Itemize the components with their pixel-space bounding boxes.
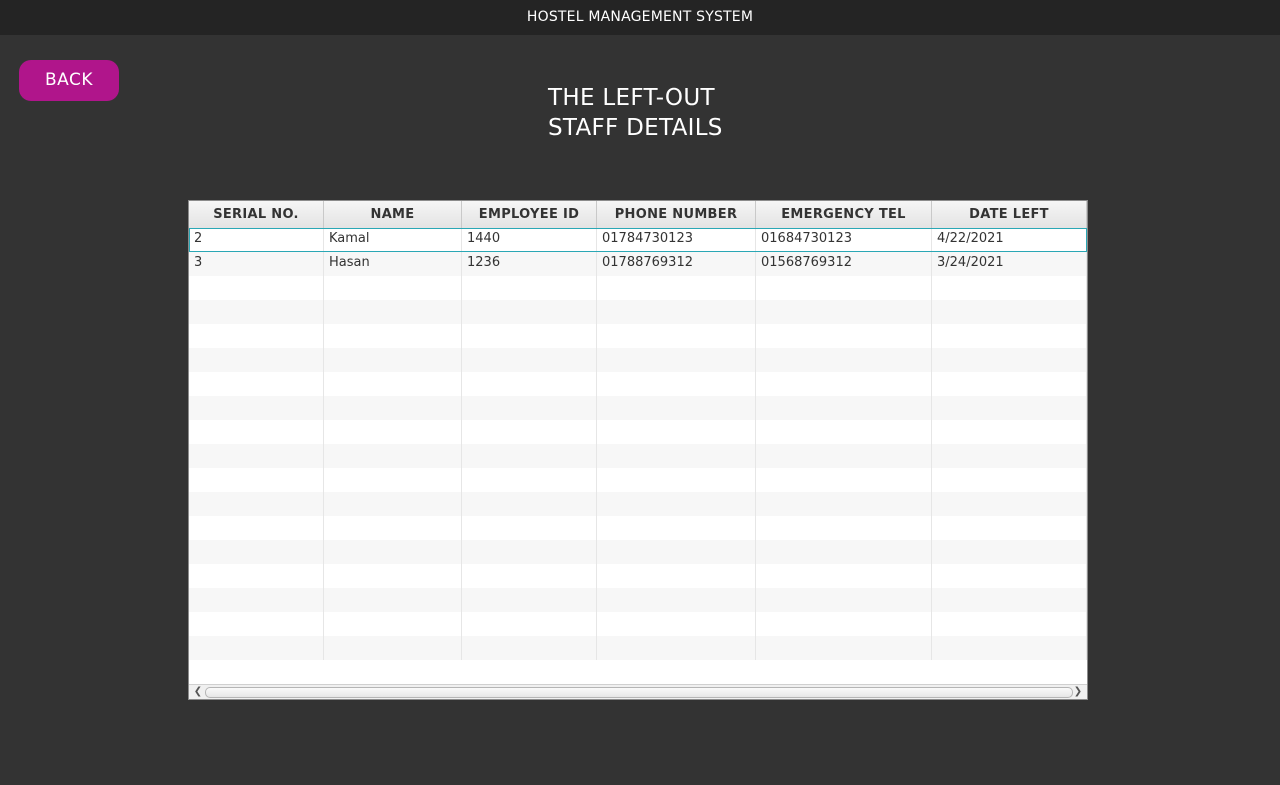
cell-emergency-tel: 01568769312 <box>756 252 932 276</box>
chevron-right-icon[interactable]: ❯ <box>1071 685 1085 699</box>
table-row[interactable]: 3 Hasan 1236 01788769312 01568769312 3/2… <box>189 252 1087 276</box>
table-body: 2 Kamal 1440 01784730123 01684730123 4/2… <box>189 228 1087 660</box>
empty-table-row <box>189 300 1087 324</box>
page-title: THE LEFT-OUT STAFF DETAILS <box>548 83 788 143</box>
empty-table-row <box>189 396 1087 420</box>
cell-emergency-tel: 01684730123 <box>756 228 932 252</box>
column-header-emergency-tel[interactable]: EMERGENCY TEL <box>756 201 932 228</box>
empty-table-row <box>189 516 1087 540</box>
empty-table-row <box>189 492 1087 516</box>
page-title-line-2: STAFF DETAILS <box>548 115 723 141</box>
cell-serial-no: 3 <box>189 252 324 276</box>
cell-serial-no: 2 <box>189 228 324 252</box>
left-staff-table[interactable]: SERIAL NO. NAME EMPLOYEE ID PHONE NUMBER… <box>188 200 1088 700</box>
empty-table-row <box>189 588 1087 612</box>
empty-table-row <box>189 612 1087 636</box>
column-header-date-left[interactable]: DATE LEFT <box>932 201 1087 228</box>
chevron-left-icon[interactable]: ❮ <box>191 685 205 699</box>
empty-table-row <box>189 276 1087 300</box>
column-header-serial-no[interactable]: SERIAL NO. <box>189 201 324 228</box>
empty-table-row <box>189 468 1087 492</box>
page-title-line-1: THE LEFT-OUT <box>548 85 715 111</box>
empty-table-row <box>189 324 1087 348</box>
back-button[interactable]: BACK <box>19 60 119 101</box>
empty-table-row <box>189 444 1087 468</box>
empty-table-row <box>189 636 1087 660</box>
column-header-phone-number[interactable]: PHONE NUMBER <box>597 201 756 228</box>
cell-phone-number: 01788769312 <box>597 252 756 276</box>
cell-phone-number: 01784730123 <box>597 228 756 252</box>
window-title: HOSTEL MANAGEMENT SYSTEM <box>0 0 1280 35</box>
column-header-name[interactable]: NAME <box>324 201 462 228</box>
cell-date-left: 3/24/2021 <box>932 252 1087 276</box>
empty-table-row <box>189 372 1087 396</box>
cell-employee-id: 1440 <box>462 228 597 252</box>
column-header-employee-id[interactable]: EMPLOYEE ID <box>462 201 597 228</box>
table-row[interactable]: 2 Kamal 1440 01784730123 01684730123 4/2… <box>189 228 1087 252</box>
empty-table-row <box>189 420 1087 444</box>
table-header: SERIAL NO. NAME EMPLOYEE ID PHONE NUMBER… <box>189 201 1087 229</box>
empty-table-row <box>189 348 1087 372</box>
cell-date-left: 4/22/2021 <box>932 228 1087 252</box>
cell-name: Kamal <box>324 228 462 252</box>
horizontal-scrollbar[interactable]: ❮ ❯ <box>189 684 1087 699</box>
empty-table-row <box>189 540 1087 564</box>
cell-employee-id: 1236 <box>462 252 597 276</box>
scrollbar-thumb[interactable] <box>205 687 1073 698</box>
empty-table-row <box>189 564 1087 588</box>
cell-name: Hasan <box>324 252 462 276</box>
